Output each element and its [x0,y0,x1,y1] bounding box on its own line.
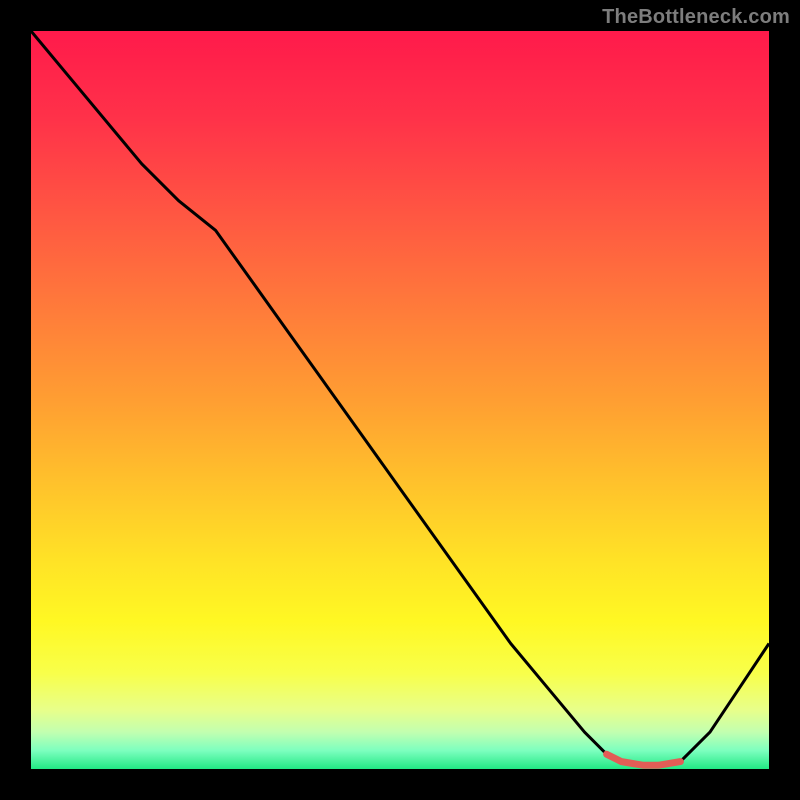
frame: TheBottleneck.com [0,0,800,800]
attribution-label: TheBottleneck.com [602,6,790,29]
gradient-background [31,31,769,769]
chart-plot [31,31,769,769]
chart-svg [31,31,769,769]
